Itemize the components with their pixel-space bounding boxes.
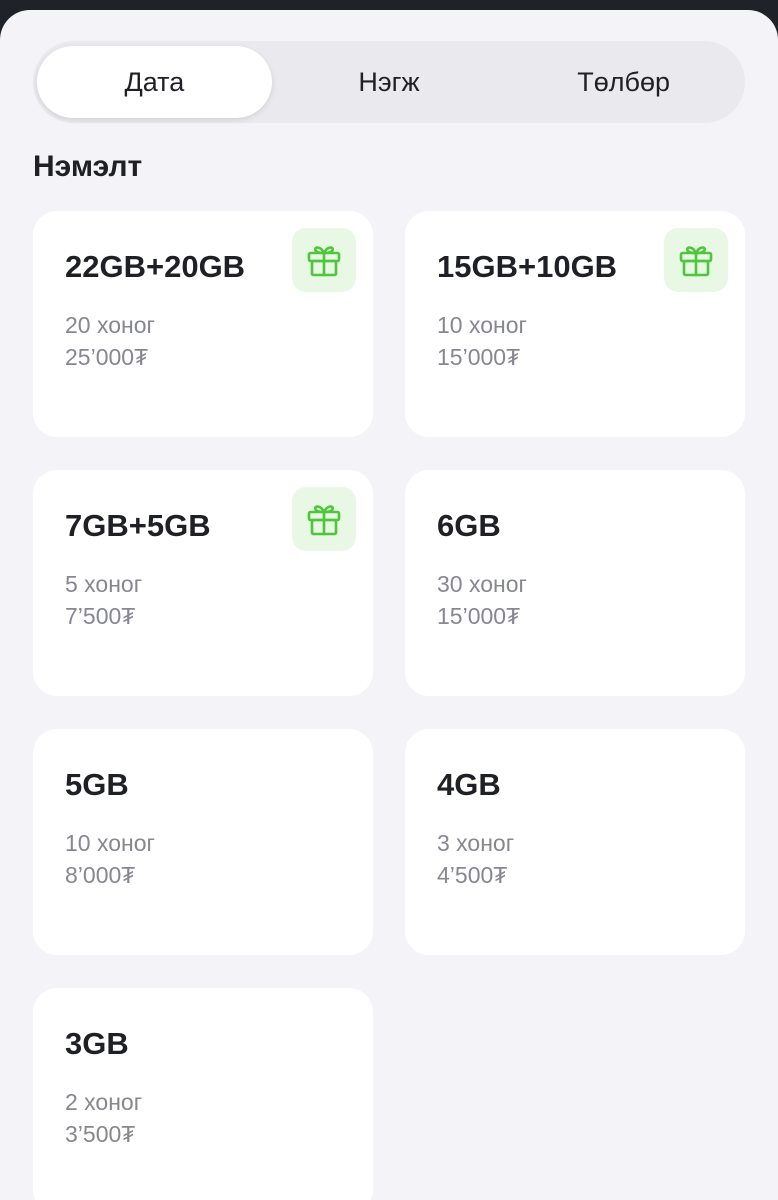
section-title: Нэмэлт: [33, 150, 143, 183]
package-card[interactable]: 4GB 3 хоног 4’500₮: [405, 729, 745, 955]
package-title: 7GB+5GB: [65, 508, 211, 543]
package-card[interactable]: 6GB 30 хоног 15’000₮: [405, 470, 745, 696]
gift-icon: [292, 487, 356, 551]
package-grid: 22GB+20GB 20 хоног 25’000₮ 15GB+10GB 10 …: [33, 211, 745, 1200]
package-card[interactable]: 15GB+10GB 10 хоног 15’000₮: [405, 211, 745, 437]
package-duration: 5 хоног: [65, 571, 143, 597]
package-title: 15GB+10GB: [437, 249, 618, 284]
tab-payment[interactable]: Төлбөр: [506, 46, 741, 118]
bottom-sheet: Дата Нэгж Төлбөр Нэмэлт 22GB+20GB 20 хон…: [0, 10, 778, 1200]
package-duration: 10 хоног: [65, 830, 155, 856]
segmented-control: Дата Нэгж Төлбөр: [33, 41, 745, 123]
gift-icon: [664, 228, 728, 292]
package-card[interactable]: 3GB 2 хоног 3’500₮: [33, 988, 373, 1200]
tab-units[interactable]: Нэгж: [272, 46, 507, 118]
package-price: 15’000₮: [437, 603, 521, 629]
package-price: 4’500₮: [437, 862, 508, 888]
package-price: 8’000₮: [65, 862, 136, 888]
tab-data[interactable]: Дата: [37, 46, 272, 118]
package-title: 5GB: [65, 767, 129, 802]
package-price: 7’500₮: [65, 603, 136, 629]
package-price: 15’000₮: [437, 344, 521, 370]
package-duration: 3 хоног: [437, 830, 515, 856]
gift-icon: [292, 228, 356, 292]
package-title: 6GB: [437, 508, 501, 543]
package-duration: 30 хоног: [437, 571, 527, 597]
package-title: 3GB: [65, 1026, 129, 1061]
package-card[interactable]: 7GB+5GB 5 хоног 7’500₮: [33, 470, 373, 696]
package-duration: 20 хоног: [65, 312, 155, 338]
package-duration: 10 хоног: [437, 312, 527, 338]
package-card[interactable]: 22GB+20GB 20 хоног 25’000₮: [33, 211, 373, 437]
package-price: 3’500₮: [65, 1121, 136, 1147]
package-duration: 2 хоног: [65, 1089, 143, 1115]
package-card[interactable]: 5GB 10 хоног 8’000₮: [33, 729, 373, 955]
package-title: 22GB+20GB: [65, 249, 246, 284]
package-price: 25’000₮: [65, 344, 149, 370]
package-title: 4GB: [437, 767, 501, 802]
